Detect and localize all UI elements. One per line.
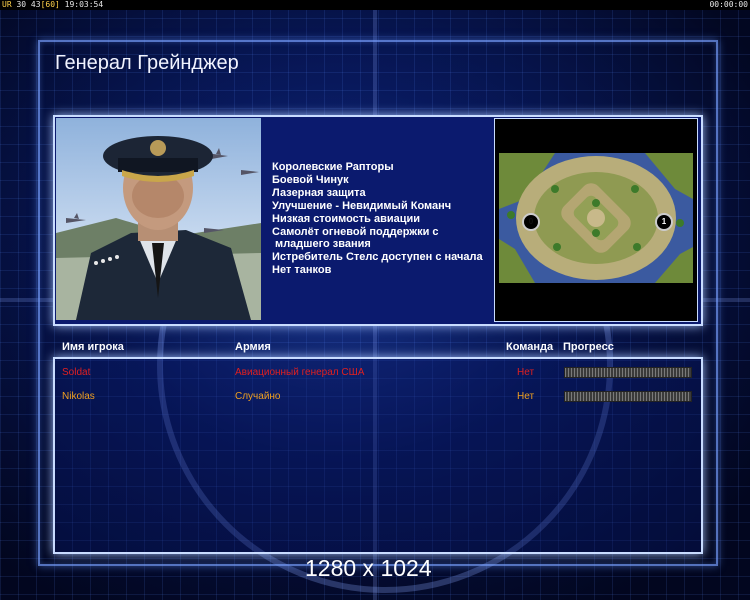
status-ur: UR <box>2 0 12 9</box>
feature-item: Боевой Чинук <box>272 173 349 186</box>
feature-item: младшего звания <box>272 238 371 251</box>
player-name: Soldat <box>62 367 91 378</box>
status-left: UR 30 43[60] 19:03:54 <box>2 0 103 10</box>
general-portrait <box>56 118 261 320</box>
resolution-watermark: 1280 x 1024 <box>305 555 432 581</box>
status-timer: 00:00:00 <box>709 0 748 9</box>
page-title: Генерал Грейнджер <box>55 52 239 74</box>
player-start-marker-label: 0 <box>528 217 534 226</box>
status-fps: [60] <box>40 0 60 9</box>
feature-item: Истребитель Стелс доступен с начала <box>272 251 483 264</box>
feature-item: Низкая стоимость авиации <box>272 212 421 225</box>
feature-item: Нет танков <box>272 264 332 277</box>
column-header-army: Армия <box>235 341 271 353</box>
column-header-player: Имя игрока <box>62 341 124 353</box>
feature-item: Лазерная защита <box>272 186 366 199</box>
status-clock: 19:03:54 <box>64 0 104 9</box>
map-preview[interactable]: 0 1 <box>494 118 698 322</box>
player-start-marker[interactable]: 1 <box>655 213 673 231</box>
general-features-list: Королевские Рапторы Боевой Чинук Лазерна… <box>272 161 483 277</box>
feature-item: Самолёт огневой поддержки с <box>272 225 439 238</box>
player-progress-bar <box>564 367 692 378</box>
feature-item: Улучшение - Невидимый Команч <box>272 199 452 212</box>
player-team: Нет <box>517 367 535 378</box>
column-header-progress: Прогресс <box>563 341 614 353</box>
player-progress-bar <box>564 391 692 402</box>
player-army: Авиационный генерал США <box>235 367 365 378</box>
player-start-marker[interactable]: 0 <box>522 213 540 231</box>
players-list <box>53 357 703 554</box>
status-stats: 30 43 <box>16 0 41 9</box>
status-bar: UR 30 43[60] 19:03:54 00:00:00 <box>0 0 750 10</box>
column-header-team: Команда <box>506 341 554 353</box>
player-start-marker-label: 1 <box>661 217 667 226</box>
feature-item: Королевские Рапторы <box>272 161 394 173</box>
player-army: Случайно <box>235 391 281 402</box>
player-team: Нет <box>517 391 535 402</box>
player-name: Nikolas <box>62 391 95 402</box>
